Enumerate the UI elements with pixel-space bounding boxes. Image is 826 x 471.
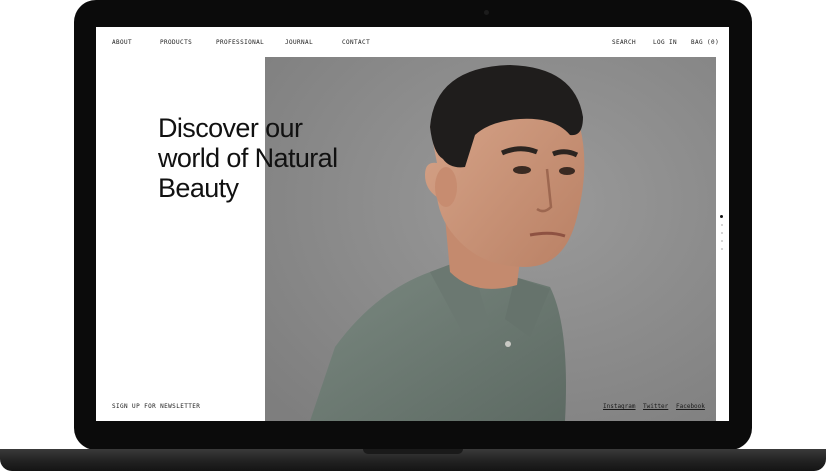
- slider-dot[interactable]: [721, 232, 723, 234]
- model-portrait-image: [265, 57, 716, 421]
- headline-line-2: world of Natural: [158, 143, 338, 173]
- nav-journal[interactable]: JOURNAL: [285, 39, 313, 46]
- headline-line-3: Beauty: [158, 173, 239, 203]
- slider-dot[interactable]: [721, 240, 723, 242]
- nav-professional[interactable]: PROFESSIONAL: [216, 39, 264, 46]
- nav-contact[interactable]: CONTACT: [342, 39, 370, 46]
- nav-login[interactable]: LOG IN: [653, 39, 677, 46]
- nav-bag[interactable]: BAG (0): [691, 39, 719, 46]
- nav-products[interactable]: PRODUCTS: [160, 39, 192, 46]
- facebook-link[interactable]: Facebook: [676, 403, 705, 410]
- nav-search[interactable]: SEARCH: [612, 39, 636, 46]
- hero-photo: [265, 57, 716, 421]
- slider-dot[interactable]: [721, 224, 723, 226]
- slider-dot[interactable]: [721, 248, 723, 250]
- camera-icon: [484, 10, 489, 15]
- slider-pagination: [720, 215, 724, 256]
- twitter-link[interactable]: Twitter: [643, 403, 668, 410]
- laptop-notch: [363, 449, 463, 454]
- hero-headline: Discover our world of Natural Beauty: [158, 113, 418, 203]
- headline-line-1: Discover our: [158, 113, 303, 143]
- instagram-link[interactable]: Instagram: [603, 403, 636, 410]
- slider-dot[interactable]: [720, 215, 723, 218]
- newsletter-signup-link[interactable]: SIGN UP FOR NEWSLETTER: [112, 403, 200, 410]
- website-screen: ABOUT PRODUCTS PROFESSIONAL JOURNAL CONT…: [96, 27, 729, 421]
- nav-about[interactable]: ABOUT: [112, 39, 132, 46]
